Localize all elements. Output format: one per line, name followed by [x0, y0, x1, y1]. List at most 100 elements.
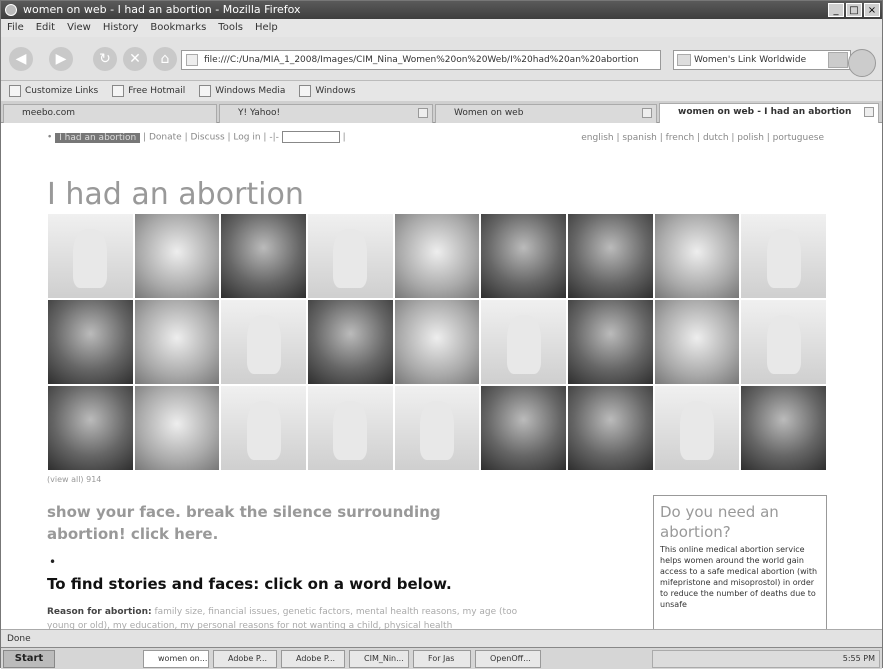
reasons-label: Reason for abortion:	[47, 607, 152, 617]
placeholder-photo[interactable]	[393, 385, 481, 471]
face-photo[interactable]	[47, 385, 134, 471]
window-title: women on web - I had an abortion - Mozil…	[23, 3, 301, 16]
status-text: Done	[7, 634, 31, 644]
face-photo[interactable]	[47, 299, 134, 385]
page-favicon	[186, 54, 198, 66]
donate-link[interactable]: Donate	[149, 133, 182, 143]
view-all-caption[interactable]: (view all) 914	[47, 475, 101, 484]
taskbar-item-for-jas[interactable]: For Jas	[413, 650, 471, 668]
page-content: • I had an abortion | Donate | Discuss |…	[1, 123, 882, 629]
taskbar-item-folder[interactable]: CIM_Nin...	[349, 650, 409, 668]
placeholder-photo[interactable]	[306, 213, 394, 299]
stop-icon[interactable]: ✕	[123, 47, 147, 71]
bullet: •	[49, 555, 57, 569]
need-abortion-text: This online medical abortion service hel…	[660, 545, 818, 609]
tab-yahoo[interactable]: Y! Yahoo!	[219, 104, 433, 123]
search-engine-icon[interactable]	[677, 54, 691, 66]
placeholder-photo[interactable]	[220, 385, 307, 471]
search-icon[interactable]	[828, 52, 848, 68]
navigation-toolbar: ◀ ▶ ↻ ✕ ⌂ file:///C:/Una/MIA_1_2008/Imag…	[1, 37, 882, 81]
taskbar-item-firefox[interactable]: women on...	[143, 650, 209, 668]
top-links: • I had an abortion | Donate | Discuss |…	[47, 131, 346, 143]
tab-close-icon[interactable]	[864, 107, 874, 117]
face-photo[interactable]	[220, 213, 307, 299]
reasons-list: Reason for abortion: family size, financ…	[47, 605, 547, 629]
back-icon[interactable]: ◀	[9, 47, 33, 71]
tab-women-on-web[interactable]: Women on web	[435, 104, 657, 123]
find-stories-heading: To find stories and faces: click on a wo…	[47, 575, 452, 593]
home-icon[interactable]: ⌂	[153, 47, 177, 71]
taskbar-item-adobe-2[interactable]: Adobe P...	[281, 650, 345, 668]
menu-help[interactable]: Help	[255, 19, 278, 37]
tab-label: women on web - I had an abortion	[678, 107, 852, 117]
login-link[interactable]: Log in	[233, 133, 260, 143]
start-button[interactable]: Start	[3, 650, 55, 668]
face-photo[interactable]	[480, 213, 567, 299]
need-abortion-heading[interactable]: Do you need an abortion?	[660, 502, 820, 542]
face-photo[interactable]	[566, 385, 654, 471]
menu-view[interactable]: View	[67, 19, 91, 37]
placeholder-photo[interactable]	[306, 385, 394, 471]
menu-history[interactable]: History	[103, 19, 139, 37]
search-input[interactable]: Women's Link Worldwide	[673, 50, 851, 70]
tab-i-had-an-abortion[interactable]: women on web - I had an abortion	[659, 103, 879, 123]
tab-close-icon[interactable]	[642, 108, 652, 118]
face-photo[interactable]	[133, 299, 221, 385]
reload-icon[interactable]: ↻	[93, 47, 117, 71]
tab-label: Women on web	[454, 108, 524, 118]
placeholder-photo[interactable]	[740, 299, 827, 385]
bookmarks-toolbar: Customize Links Free Hotmail Windows Med…	[1, 81, 882, 101]
bookmark-customize-links[interactable]: Customize Links	[9, 81, 98, 101]
close-button[interactable]: ×	[864, 3, 880, 17]
tab-meebo[interactable]: meebo.com	[3, 104, 217, 123]
placeholder-photo[interactable]	[740, 213, 827, 299]
bookmark-windows[interactable]: Windows	[299, 81, 355, 101]
face-photo[interactable]	[653, 213, 741, 299]
browser-window: women on web - I had an abortion - Mozil…	[0, 0, 883, 669]
tab-label: Y! Yahoo!	[238, 108, 281, 118]
placeholder-photo[interactable]	[653, 385, 741, 471]
search-value: Women's Link Worldwide	[694, 55, 807, 65]
taskbar: Start women on... Adobe P... Adobe P... …	[1, 647, 882, 669]
taskbar-item-openoffice[interactable]: OpenOff...	[475, 650, 541, 668]
magnifier-icon[interactable]	[848, 49, 876, 77]
forward-icon[interactable]: ▶	[49, 47, 73, 71]
face-photo[interactable]	[306, 299, 394, 385]
current-page-chip[interactable]: I had an abortion	[55, 132, 141, 143]
face-photo[interactable]	[653, 299, 741, 385]
menu-bookmarks[interactable]: Bookmarks	[150, 19, 206, 37]
maximize-button[interactable]: □	[846, 3, 862, 17]
system-tray: 5:55 PM	[652, 650, 880, 668]
face-photo[interactable]	[566, 213, 654, 299]
login-input[interactable]	[281, 131, 340, 143]
title-bar: women on web - I had an abortion - Mozil…	[1, 1, 882, 19]
face-photo[interactable]	[133, 385, 221, 471]
minimize-button[interactable]: _	[828, 3, 844, 17]
placeholder-photo[interactable]	[47, 213, 134, 299]
face-photo[interactable]	[393, 299, 481, 385]
menu-tools[interactable]: Tools	[218, 19, 243, 37]
menu-edit[interactable]: Edit	[36, 19, 55, 37]
clock: 5:55 PM	[842, 654, 875, 663]
menu-bar: File Edit View History Bookmarks Tools H…	[1, 19, 882, 37]
page-title: I had an abortion	[47, 177, 304, 212]
show-your-face-link[interactable]: show your face. break the silence surrou…	[47, 501, 487, 545]
address-bar[interactable]: file:///C:/Una/MIA_1_2008/Images/CIM_Nin…	[181, 50, 661, 70]
face-photo[interactable]	[740, 385, 827, 471]
placeholder-photo[interactable]	[220, 299, 307, 385]
face-photo[interactable]	[133, 213, 221, 299]
tab-strip: meebo.com Y! Yahoo! Women on web women o…	[1, 101, 882, 123]
face-photo[interactable]	[566, 299, 654, 385]
taskbar-item-adobe-1[interactable]: Adobe P...	[213, 650, 277, 668]
firefox-icon	[5, 4, 17, 16]
language-links[interactable]: english | spanish | french | dutch | pol…	[581, 133, 824, 143]
face-photo[interactable]	[480, 385, 567, 471]
menu-file[interactable]: File	[7, 19, 24, 37]
tab-close-icon[interactable]	[418, 108, 428, 118]
discuss-link[interactable]: Discuss	[191, 133, 225, 143]
face-photo[interactable]	[393, 213, 481, 299]
bookmark-free-hotmail[interactable]: Free Hotmail	[112, 81, 185, 101]
bookmark-windows-media[interactable]: Windows Media	[199, 81, 285, 101]
separator: -|-	[269, 132, 279, 143]
placeholder-photo[interactable]	[480, 299, 567, 385]
